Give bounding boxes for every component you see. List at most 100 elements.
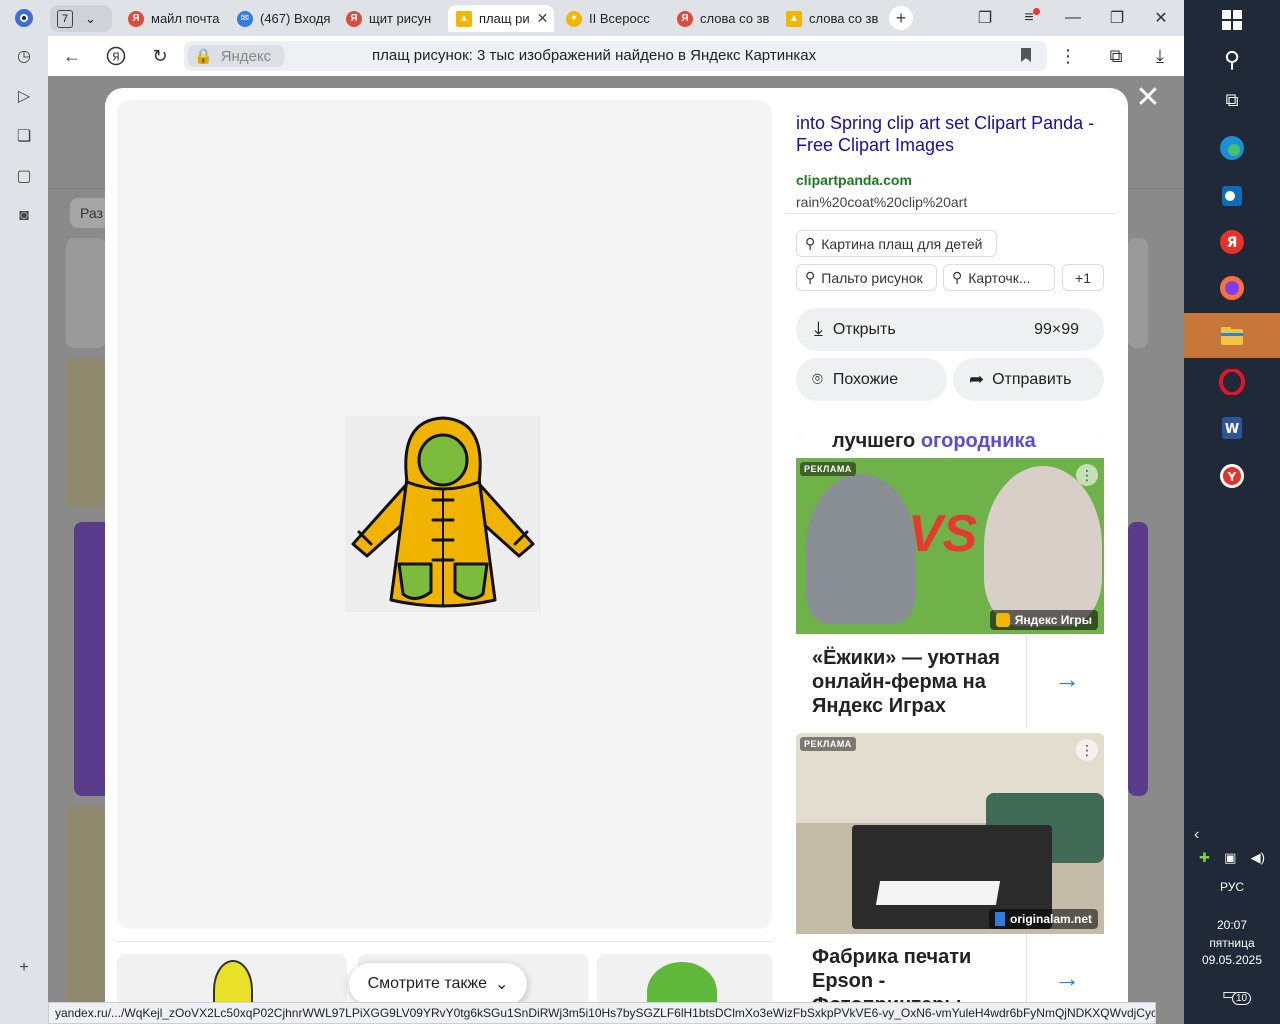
share-label: Отправить (992, 370, 1072, 388)
similar-button[interactable]: ⌾ Похожие (796, 358, 947, 401)
tab-2[interactable]: ✉ (467) Входя (237, 5, 333, 32)
see-also-label: Смотрите также (367, 975, 487, 992)
clock-time[interactable]: 20:07 (1184, 918, 1280, 932)
tab-label: II Всеросс (589, 11, 650, 26)
windows-start-icon[interactable] (1216, 4, 1248, 36)
file-explorer-icon[interactable] (1216, 320, 1248, 352)
volume-icon[interactable]: ◀) (1251, 850, 1265, 866)
network-icon[interactable]: ▣ (1224, 850, 1236, 866)
opera-icon[interactable] (1216, 366, 1248, 398)
image-preview-area[interactable] (117, 100, 772, 929)
filter-button[interactable]: Раз (70, 198, 110, 228)
reload-icon[interactable]: ↻ (148, 44, 172, 68)
more-icon[interactable]: ⋮ (1076, 739, 1098, 761)
tab-7[interactable]: ▲ слова со зв (786, 5, 882, 32)
search-icon[interactable]: ⚲ (1216, 44, 1248, 76)
image-size: 99×99 (1034, 320, 1079, 338)
notifications-icon[interactable]: ▭ 10 (1222, 984, 1252, 1005)
more-icon[interactable]: ⋮ (1076, 464, 1098, 486)
extensions-icon[interactable]: ⧉ (1104, 44, 1128, 68)
tab-label: слова со зв (809, 11, 879, 26)
mail-icon: ✉ (237, 10, 253, 27)
yandex-icon: Я (677, 10, 693, 27)
related-tag[interactable]: ⚲ Картина плащ для детей (796, 230, 997, 257)
tab-groups-button[interactable]: 7 ⌄ (50, 5, 112, 32)
related-tag[interactable]: ⚲ Карточк... (943, 264, 1055, 291)
browser-menu-icon[interactable] (10, 5, 38, 31)
chevron-left-icon[interactable]: ‹ (1194, 826, 1199, 844)
notification-count: 10 (1232, 992, 1252, 1005)
tab-1[interactable]: Я майл почта (128, 5, 224, 32)
camera-search-icon: ⌾ (812, 369, 823, 389)
ad-source-label: originalam.net (1009, 912, 1092, 926)
tag-label: Пальто рисунок (821, 269, 923, 286)
more-tags-button[interactable]: +1 (1062, 264, 1104, 291)
open-image-button[interactable]: ⤓ Открыть 99×99 (796, 308, 1104, 351)
bg-thumbnail (1128, 238, 1148, 348)
bg-thumbnail (66, 358, 106, 508)
history-icon[interactable]: ◷ (12, 44, 36, 68)
firefox-icon[interactable] (1216, 272, 1248, 304)
tray-app-icon[interactable]: ✚ (1199, 850, 1210, 866)
yandex-home-icon[interactable]: Я (104, 44, 128, 68)
word-icon[interactable]: W (1216, 412, 1248, 444)
ad-card[interactable]: лучшего огородника VS РЕКЛАМА ⋮ Яндекс И… (796, 434, 1104, 728)
camera-icon[interactable]: ◙ (12, 204, 36, 228)
arrow-right-icon[interactable]: → (1054, 963, 1080, 994)
play-icon[interactable]: ▷ (12, 84, 36, 108)
source-title-link[interactable]: into Spring clip art set Clipart Panda -… (796, 112, 1096, 156)
site-chip[interactable]: 🔒 Яндекс (188, 45, 284, 67)
chevron-down-icon: ⌄ (85, 10, 96, 26)
vs-badge: VS (908, 505, 978, 563)
source-domain[interactable]: clipartpanda.com (796, 172, 912, 188)
restore-icon[interactable]: ❐ (1104, 6, 1130, 30)
address-toolbar: ← Я ↻ 🔒 Яндекс плащ рисунок: 3 тыс изобр… (48, 36, 1184, 76)
calendar-icon[interactable]: ▢ (12, 164, 36, 188)
yandex-browser-icon[interactable]: Y (1216, 460, 1248, 492)
source-info-panel: into Spring clip art set Clipart Panda -… (785, 100, 1115, 412)
yandex-icon[interactable]: Я (1216, 226, 1248, 258)
download-icon: ⤓ (814, 318, 823, 340)
outlook-icon[interactable] (1216, 180, 1248, 212)
browser-sidebar: ◷ ▷ ❏ ▢ ◙ + (0, 36, 48, 1024)
add-panel-icon[interactable]: + (12, 956, 36, 980)
open-label: Открыть (832, 320, 896, 338)
tab-label: майл почта (151, 11, 220, 26)
related-tag[interactable]: ⚲ Пальто рисунок (796, 264, 937, 291)
collections-icon[interactable]: ❏ (12, 124, 36, 148)
close-tab-icon[interactable]: ✕ (537, 10, 549, 27)
tab-6[interactable]: Я слова со зв (677, 5, 773, 32)
menu-icon[interactable]: ≡ (1016, 6, 1042, 30)
similar-label: Похожие (832, 370, 899, 388)
edge-icon[interactable] (1216, 132, 1248, 164)
source-path: rain%20coat%20clip%20art (796, 194, 968, 210)
address-bar[interactable]: 🔒 Яндекс плащ рисунок: 3 тыс изображений… (184, 41, 1047, 71)
arrow-right-icon[interactable]: → (1054, 664, 1080, 695)
yandex-icon: Я (128, 10, 144, 27)
language-indicator[interactable]: РУС (1184, 880, 1280, 894)
ad-card[interactable]: РЕКЛАМА ⋮ originalam.net Фабрика печати … (796, 733, 1104, 1024)
task-view-icon[interactable]: ⧉ (1216, 84, 1248, 116)
back-icon[interactable]: ← (60, 44, 84, 68)
bookmark-icon[interactable] (1021, 48, 1031, 62)
chevron-down-icon: ⌄ (495, 976, 509, 993)
image-viewer-modal: into Spring clip art set Clipart Panda -… (105, 88, 1128, 1024)
tab-active[interactable]: ▲ плащ ри ✕ (448, 5, 554, 32)
star-icon: ✦ (566, 10, 582, 27)
share-button[interactable]: ➦ Отправить (953, 358, 1104, 401)
more-icon[interactable]: ⋮ (1056, 44, 1080, 68)
site-chip-label: Яндекс (220, 47, 272, 65)
close-window-icon[interactable]: ✕ (1148, 6, 1174, 30)
tab-3[interactable]: Я щит рисун (346, 5, 442, 32)
tab-5[interactable]: ✦ II Всеросс (566, 5, 662, 32)
download-icon[interactable]: ⤓ (1148, 44, 1172, 68)
collections-icon[interactable]: ❐ (972, 6, 998, 30)
bg-thumbnail (66, 238, 106, 348)
minimize-icon[interactable]: — (1060, 6, 1086, 30)
see-also-button[interactable]: Смотрите также ⌄ (349, 963, 527, 1005)
svg-text:Я: Я (112, 51, 120, 64)
ad-source: originalam.net (988, 909, 1098, 929)
close-viewer-icon[interactable]: ✕ (1134, 83, 1162, 113)
yandex-icon: Я (346, 10, 362, 27)
new-tab-button[interactable]: + (889, 6, 913, 30)
